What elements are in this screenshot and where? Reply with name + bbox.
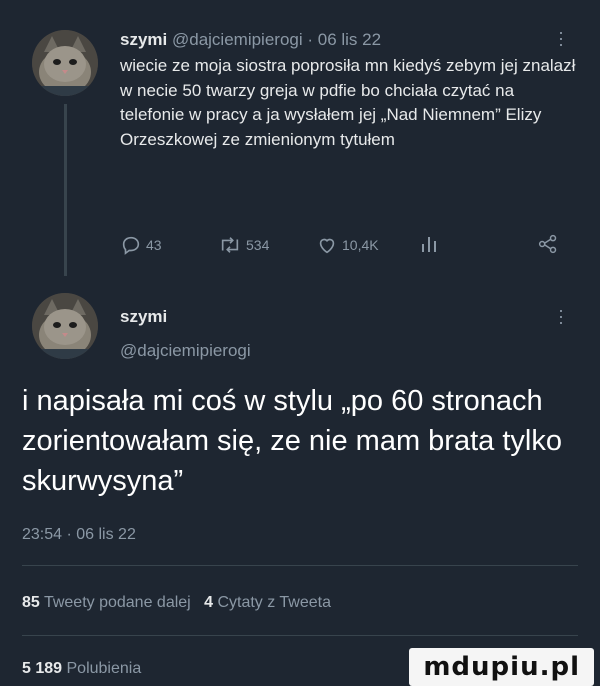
author-name[interactable]: szymi <box>120 30 167 49</box>
retweet-button[interactable]: 534 <box>218 234 269 256</box>
thread-line <box>64 104 67 276</box>
quote-label: Tweety podane dalej <box>43 594 191 611</box>
retweet-icon <box>221 237 239 253</box>
engagement-stats: 85 Tweety podane dalej 4 Cytaty z Tweeta <box>22 594 331 612</box>
author-handle[interactable]: @dajciemipierogi <box>172 30 303 49</box>
tweet-1-text: wiecie ze moja siostra poprosiła mn kied… <box>120 56 576 149</box>
action-bar: 43 534 10,4K <box>120 234 560 262</box>
retweet-count: 534 <box>246 237 270 253</box>
quote-count: 85 <box>22 594 40 611</box>
watermark-logo: mdupiu.pl <box>409 648 594 686</box>
author-name[interactable]: szymi <box>120 307 167 327</box>
cat-avatar-icon <box>32 30 98 96</box>
avatar[interactable] <box>32 293 98 359</box>
cat-avatar-icon <box>32 293 98 359</box>
author-handle[interactable]: @dajciemipierogi <box>120 341 251 361</box>
tweet-2-text: i napisała mi coś w stylu „po 60 stronac… <box>22 385 562 497</box>
divider <box>22 565 578 566</box>
tweet-date[interactable]: · 06 lis 22 <box>303 30 381 49</box>
like-icon <box>319 238 335 254</box>
like-count: 10,4K <box>342 237 379 253</box>
analytics-icon <box>422 237 436 252</box>
reply-count: 43 <box>146 237 162 253</box>
like-button[interactable]: 10,4K <box>316 234 379 256</box>
analytics-button[interactable] <box>420 234 438 254</box>
tweet-1-header: szymi @dajciemipierogi · 06 lis 22 <box>120 30 381 50</box>
tweet-1: szymi @dajciemipierogi · 06 lis 22 ⋯ wie… <box>0 0 600 280</box>
reply-button[interactable]: 43 <box>120 234 162 256</box>
tweet-timestamp[interactable]: 23:54 · 06 lis 22 <box>22 526 136 544</box>
divider <box>22 635 578 636</box>
cite-label: Cytaty z Tweeta <box>217 594 331 611</box>
share-icon <box>538 234 557 254</box>
share-button[interactable] <box>538 234 558 254</box>
reply-icon <box>122 236 140 255</box>
likes-label: Polubienia <box>66 660 142 677</box>
avatar[interactable] <box>32 30 98 96</box>
cite-count: 4 <box>204 594 213 611</box>
more-icon[interactable]: ⋯ <box>550 308 572 327</box>
likes-stat[interactable]: 5 189 Polubienia <box>22 660 141 678</box>
likes-total: 5 189 <box>22 660 63 677</box>
cite-stat[interactable]: 4 Cytaty z Tweeta <box>204 594 331 611</box>
more-icon[interactable]: ⋯ <box>550 30 572 49</box>
quote-stat[interactable]: 85 Tweety podane dalej <box>22 594 191 611</box>
